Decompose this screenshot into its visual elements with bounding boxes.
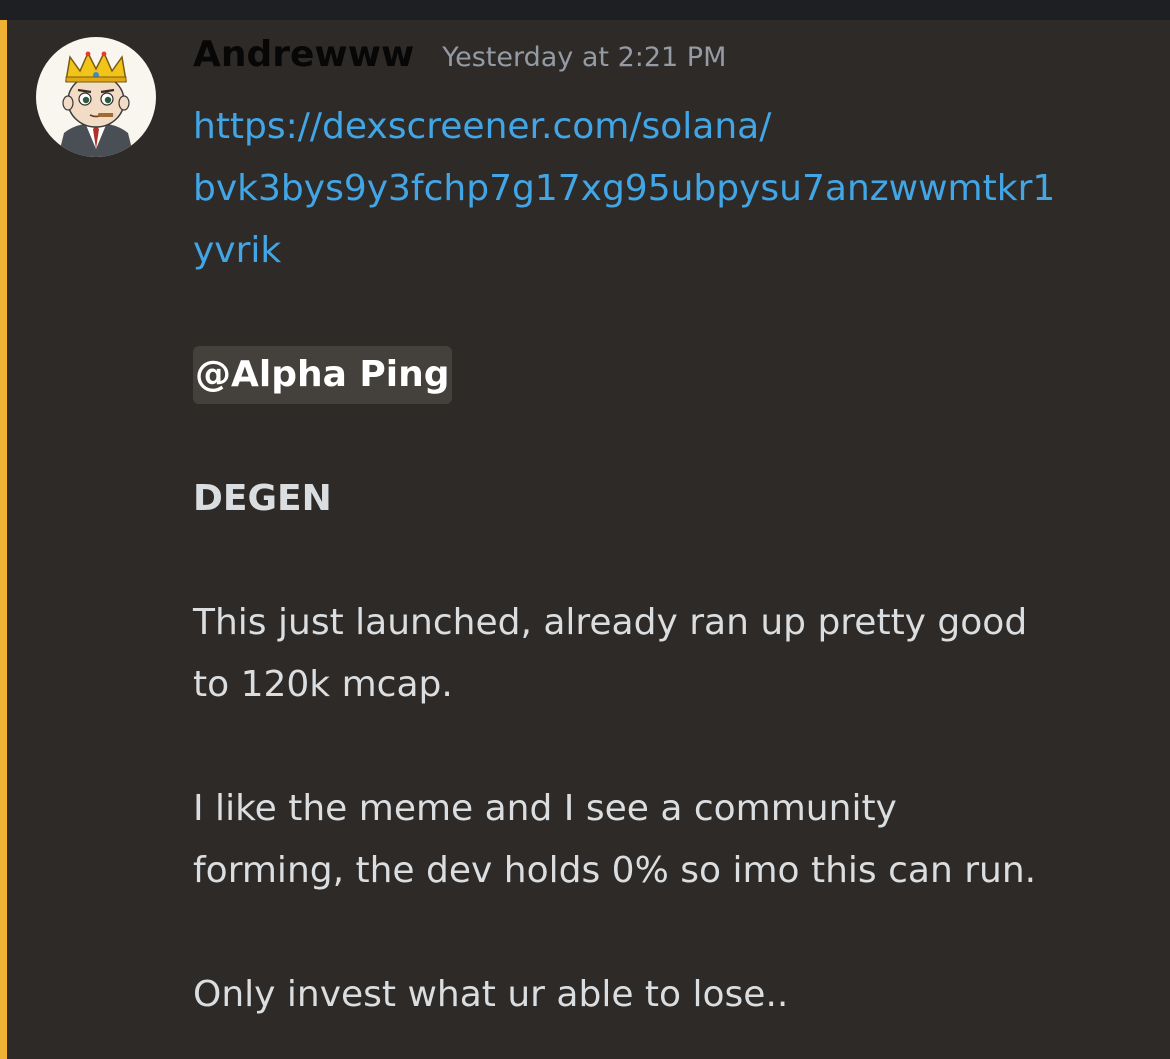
author-name[interactable]: Andrewww (193, 34, 414, 75)
link-line: https://dexscreener.com/solana/ (193, 106, 772, 147)
message-paragraph: Only invest what ur able to lose.. (193, 964, 1133, 1026)
crowned-avatar-icon (58, 51, 134, 157)
paragraph-line: This just launched, already ran up prett… (193, 602, 1028, 643)
message-content: https://dexscreener.com/solana/ bvk3bys9… (193, 96, 1133, 1026)
chat-message: Andrewww Yesterday at 2:21 PM https://de… (7, 20, 1170, 1059)
message-header: Andrewww Yesterday at 2:21 PM (193, 34, 726, 90)
paragraph-line: forming, the dev holds 0% so imo this ca… (193, 850, 1037, 891)
dexscreener-link[interactable]: https://dexscreener.com/solana/ bvk3bys9… (193, 96, 1133, 282)
user-avatar[interactable] (36, 37, 156, 157)
top-bar (0, 0, 1170, 20)
message-timestamp[interactable]: Yesterday at 2:21 PM (442, 42, 726, 73)
mention-highlight-bar (0, 20, 7, 1059)
link-line: yvrik (193, 230, 282, 271)
role-mention[interactable]: @Alpha Ping (193, 346, 452, 404)
paragraph-line: Only invest what ur able to lose.. (193, 974, 789, 1015)
paragraph-line: I like the meme and I see a community (193, 788, 897, 829)
link-line: bvk3bys9y3fchp7g17xg95ubpysu7anzwwmtkr1 (193, 168, 1056, 209)
message-paragraph: This just launched, already ran up prett… (193, 592, 1133, 716)
message-heading: DEGEN (193, 478, 332, 519)
paragraph-line: to 120k mcap. (193, 664, 453, 705)
message-paragraph: I like the meme and I see a community fo… (193, 778, 1133, 902)
